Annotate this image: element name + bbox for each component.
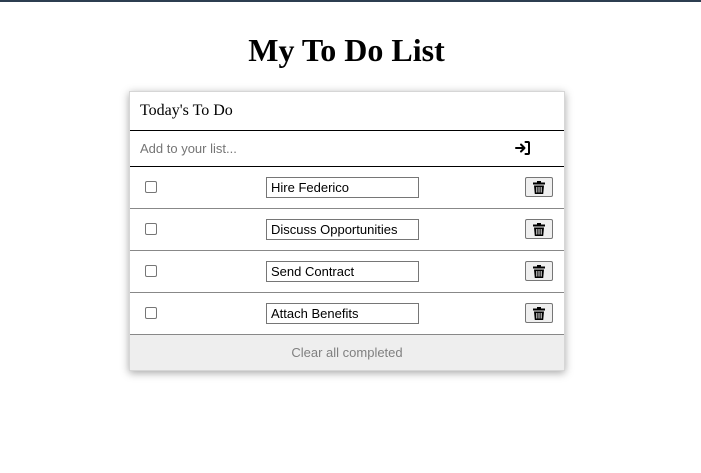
delete-button[interactable] [525,303,553,323]
delete-button[interactable] [525,177,553,197]
item-text-field[interactable]: Send Contract [266,261,419,282]
item-checkbox[interactable] [145,223,157,235]
trash-icon [533,264,545,278]
trash-icon [533,180,545,194]
list-item: Discuss Opportunities [130,209,564,251]
sign-in-icon[interactable] [514,140,532,156]
clear-completed-button[interactable]: Clear all completed [130,335,564,370]
list-item: Send Contract [130,251,564,293]
todo-card: Today's To Do Hire Federico [129,91,565,371]
item-text-field[interactable]: Attach Benefits [266,303,419,324]
page-title: My To Do List [248,32,445,68]
add-item-row [130,131,564,167]
item-text-field[interactable]: Hire Federico [266,177,419,198]
card-header: Today's To Do [130,92,564,131]
list-item: Hire Federico [130,167,564,209]
list-item: Attach Benefits [130,293,564,335]
item-text-field[interactable]: Discuss Opportunities [266,219,419,240]
item-checkbox[interactable] [145,181,157,193]
item-checkbox[interactable] [145,265,157,277]
todo-list: Hire Federico Discuss Opportunities Send… [130,167,564,335]
item-checkbox[interactable] [145,307,157,319]
trash-icon [533,306,545,320]
delete-button[interactable] [525,261,553,281]
add-item-input[interactable] [130,131,500,166]
trash-icon [533,222,545,236]
delete-button[interactable] [525,219,553,239]
